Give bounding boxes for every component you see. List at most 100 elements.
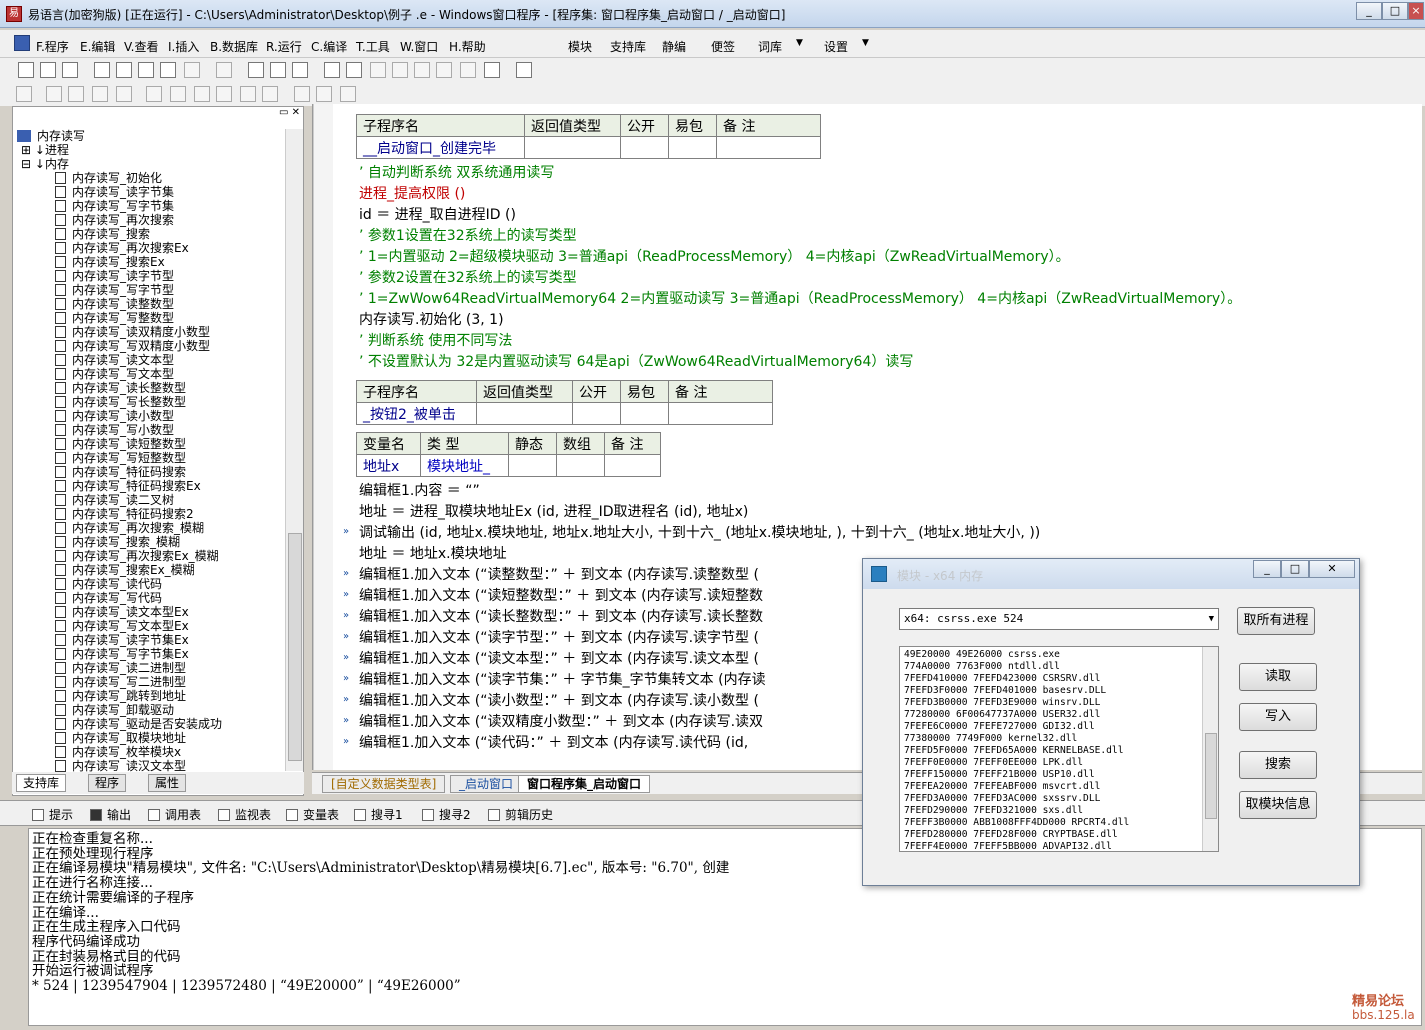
toolbar-icon[interactable] bbox=[216, 62, 232, 78]
output-tab[interactable]: 提示 bbox=[32, 806, 73, 823]
tree-item[interactable]: 内存读写_读字节集Ex bbox=[55, 633, 189, 647]
toolbar-icon[interactable] bbox=[346, 62, 362, 78]
code-line[interactable]: 地址 ＝ 地址x.模块地址 bbox=[359, 545, 507, 563]
table-cell[interactable] bbox=[620, 402, 669, 425]
tree-item[interactable]: 内存读写_再次搜索Ex bbox=[55, 241, 189, 255]
tree-item[interactable]: 内存读写_再次搜索_模糊 bbox=[55, 521, 204, 535]
toolbar-align-icon[interactable] bbox=[92, 86, 108, 102]
tree-item[interactable]: 内存读写_读小数型 bbox=[55, 409, 174, 423]
toolbar-icon[interactable] bbox=[116, 62, 132, 78]
tree-item[interactable]: 内存读写_搜索Ex bbox=[55, 255, 165, 269]
toolbar-icon[interactable] bbox=[184, 62, 200, 78]
panel-buttons[interactable]: ▭ ✕ bbox=[279, 107, 303, 121]
tree-root[interactable]: 内存读写 bbox=[17, 129, 85, 143]
module-list-scrollbar[interactable] bbox=[1202, 647, 1218, 851]
toolbar-icon[interactable] bbox=[414, 62, 430, 78]
code-line[interactable]: 编辑框1.加入文本 (“读字节集：” ＋ 字节集_字节集转文本 (内存读 bbox=[359, 671, 766, 689]
menu-right-item[interactable]: 模块 bbox=[568, 38, 592, 55]
tree-item[interactable]: 内存读写_写文本型Ex bbox=[55, 619, 189, 633]
toolbar-icon[interactable] bbox=[40, 62, 56, 78]
code-line[interactable]: 编辑框1.加入文本 (“读长整数型：” ＋ 到文本 (内存读写.读长整数 bbox=[359, 608, 763, 626]
module-list-item[interactable]: 7FEFF150000 7FEFF21B000 USP10.dll bbox=[904, 769, 1095, 781]
output-tab[interactable]: 剪辑历史 bbox=[488, 806, 553, 823]
code-line[interactable]: ’ 自动判断系统 双系统通用读写 bbox=[359, 164, 554, 182]
module-list-item[interactable]: 7FEFE6C0000 7FEFE727000 GDI32.dll bbox=[904, 721, 1095, 733]
tree-item[interactable]: 内存读写_读短整数型 bbox=[55, 437, 186, 451]
menu-right-item[interactable]: 静编 bbox=[662, 38, 686, 55]
module-list[interactable]: 49E20000 49E26000 csrss.exe 774A0000 7763… bbox=[899, 646, 1219, 852]
get-module-info-button[interactable]: 取模块信息 bbox=[1239, 791, 1317, 819]
menu-item[interactable]: T.工具 bbox=[356, 38, 390, 55]
module-list-item[interactable]: 7FEFD5F0000 7FEFD65A000 KERNELBASE.dll bbox=[904, 745, 1124, 757]
table-cell[interactable] bbox=[716, 136, 821, 159]
code-line[interactable]: 编辑框1.加入文本 (“读代码：” ＋ 到文本 (内存读写.读代码 (id, bbox=[359, 734, 748, 752]
module-list-item[interactable]: 7FEFD3F0000 7FEFD401000 basesrv.DLL bbox=[904, 685, 1106, 697]
dialog-close-button[interactable]: ✕ bbox=[1309, 560, 1355, 578]
tree-item[interactable]: 内存读写_写小数型 bbox=[55, 423, 174, 437]
expand-marker-icon[interactable]: » bbox=[343, 715, 349, 726]
module-list-item[interactable]: 7FEFD3A0000 7FEFD3AC000 sxssrv.DLL bbox=[904, 793, 1100, 805]
left-tab[interactable]: 属性 bbox=[148, 774, 187, 792]
toolbar-icon[interactable] bbox=[392, 62, 408, 78]
menu-item[interactable]: W.窗口 bbox=[400, 38, 438, 55]
tree-item[interactable]: 内存读写_写文本型 bbox=[55, 367, 174, 381]
toolbar-icon[interactable] bbox=[484, 62, 500, 78]
toolbar-icon[interactable] bbox=[160, 62, 176, 78]
menu-item[interactable]: E.编辑 bbox=[80, 38, 115, 55]
toolbar-icon[interactable] bbox=[292, 62, 308, 78]
code-line[interactable]: 编辑框1.内容 ＝ “” bbox=[359, 482, 480, 500]
code-line[interactable]: 编辑框1.加入文本 (“读整数型：” ＋ 到文本 (内存读写.读整数型 ( bbox=[359, 566, 759, 584]
toolbar-icon[interactable] bbox=[516, 62, 532, 78]
tree-item[interactable]: 内存读写_读双精度小数型 bbox=[55, 325, 210, 339]
code-line[interactable]: 编辑框1.加入文本 (“读双精度小数型：” ＋ 到文本 (内存读写.读双 bbox=[359, 713, 763, 731]
toolbar-icon[interactable] bbox=[138, 62, 154, 78]
code-line[interactable]: 编辑框1.加入文本 (“读短整数型：” ＋ 到文本 (内存读写.读短整数 bbox=[359, 587, 763, 605]
menu-right-item[interactable]: 词库 bbox=[758, 38, 782, 55]
tree-item[interactable]: 内存读写_取模块地址 bbox=[55, 731, 186, 745]
menu-item[interactable]: H.帮助 bbox=[449, 38, 486, 55]
process-select[interactable]: x64: csrss.exe 524 ▼ bbox=[899, 608, 1219, 630]
get-all-processes-button[interactable]: 取所有进程 bbox=[1237, 607, 1315, 635]
expand-marker-icon[interactable]: » bbox=[343, 589, 349, 600]
write-button[interactable]: 写入 bbox=[1239, 703, 1317, 731]
module-list-item[interactable]: 49E20000 49E26000 csrss.exe bbox=[904, 649, 1060, 661]
expand-marker-icon[interactable]: » bbox=[343, 526, 349, 537]
menu-item[interactable]: R.运行 bbox=[266, 38, 302, 55]
left-tab[interactable]: 支持库 bbox=[16, 774, 67, 792]
table-cell[interactable] bbox=[556, 454, 605, 477]
tree-item[interactable]: 内存读写_卸载驱动 bbox=[55, 703, 174, 717]
toolbar-align-icon[interactable] bbox=[340, 86, 356, 102]
toolbar-icon[interactable] bbox=[248, 62, 264, 78]
table-cell[interactable] bbox=[620, 136, 669, 159]
tree-item[interactable]: 内存读写_读长整数型 bbox=[55, 381, 186, 395]
module-list-item[interactable]: 7FEFD3B0000 7FEFD3E9000 winsrv.DLL bbox=[904, 697, 1100, 709]
table-cell[interactable] bbox=[476, 402, 573, 425]
menu-right-item[interactable]: 支持库 bbox=[610, 38, 646, 55]
output-tab[interactable]: 变量表 bbox=[286, 806, 339, 823]
search-button[interactable]: 搜索 bbox=[1239, 751, 1317, 779]
toolbar-align-icon[interactable] bbox=[194, 86, 210, 102]
toolbar-icon[interactable] bbox=[94, 62, 110, 78]
table-cell[interactable]: 模块地址_ bbox=[420, 454, 509, 477]
toolbar-align-icon[interactable] bbox=[216, 86, 232, 102]
toolbar-align-icon[interactable] bbox=[16, 86, 32, 102]
table-cell[interactable] bbox=[508, 454, 557, 477]
table-cell[interactable]: _按钮2_被单击 bbox=[356, 402, 477, 425]
expand-marker-icon[interactable]: » bbox=[343, 631, 349, 642]
expand-marker-icon[interactable]: » bbox=[343, 736, 349, 747]
toolbar-icon[interactable] bbox=[436, 62, 452, 78]
code-line[interactable]: ’ 1=内置驱动 2=超级模块驱动 3=普通api（ReadProcessMem… bbox=[359, 248, 1070, 266]
tree-item[interactable]: 内存读写_再次搜索Ex_模糊 bbox=[55, 549, 219, 563]
expand-marker-icon[interactable]: » bbox=[343, 673, 349, 684]
tree-item[interactable]: 内存读写_读汉文本型 bbox=[55, 759, 186, 773]
tree-item[interactable]: 内存读写_读整数型 bbox=[55, 297, 174, 311]
tree-item[interactable]: 内存读写_读二叉树 bbox=[55, 493, 174, 507]
toolbar-align-icon[interactable] bbox=[240, 86, 256, 102]
code-line[interactable]: 内存读写.初始化 (3, 1) bbox=[359, 311, 504, 329]
tree-item[interactable]: 内存读写_初始化 bbox=[55, 171, 162, 185]
left-tab[interactable]: 程序 bbox=[88, 774, 127, 792]
tree-item[interactable]: 内存读写_跳转到地址 bbox=[55, 689, 186, 703]
chevron-down-icon[interactable]: ▼ bbox=[862, 38, 869, 48]
toolbar-icon[interactable] bbox=[18, 62, 34, 78]
tree-item[interactable]: 内存读写_读文本型 bbox=[55, 353, 174, 367]
